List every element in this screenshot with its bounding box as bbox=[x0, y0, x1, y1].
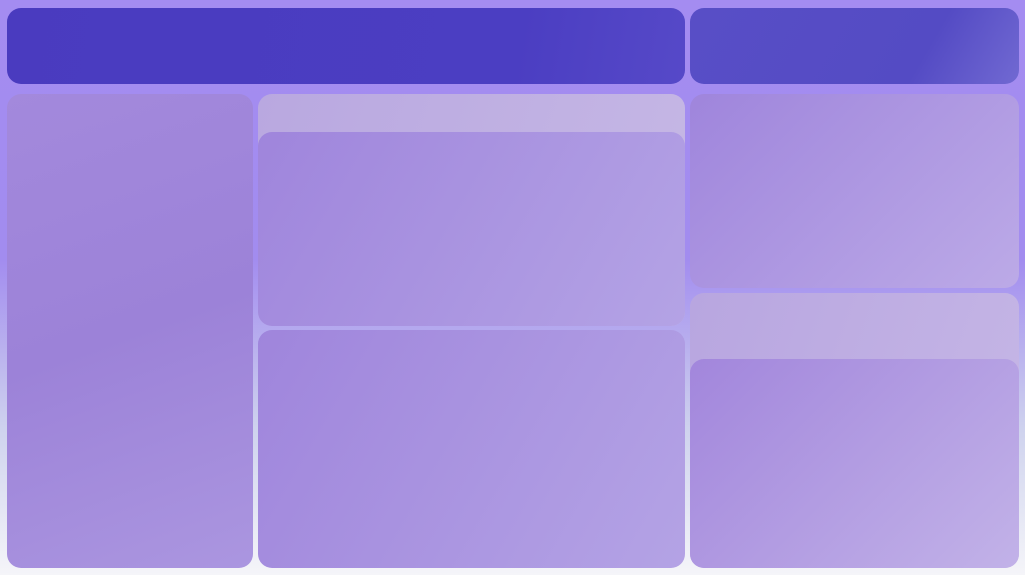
center-card-bottom bbox=[258, 330, 685, 568]
dashboard-page bbox=[0, 0, 1025, 575]
sidebar bbox=[7, 94, 253, 568]
center-card-top bbox=[258, 132, 685, 326]
right-card-top bbox=[690, 94, 1019, 288]
header-bar bbox=[7, 8, 685, 84]
header-side-panel bbox=[690, 8, 1019, 84]
right-card-bottom bbox=[690, 359, 1019, 568]
